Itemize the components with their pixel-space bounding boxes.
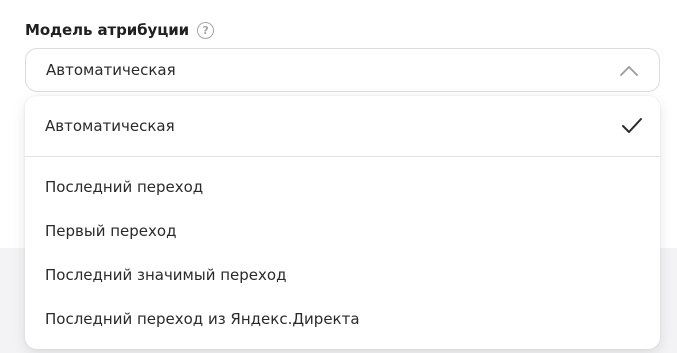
dropdown-option-selected[interactable]: Автоматическая <box>25 96 660 156</box>
dropdown-options-list: Последний переход Первый переход Последн… <box>25 157 660 341</box>
field-label: Модель атрибуции <box>25 21 190 39</box>
select-value: Автоматическая <box>46 61 176 79</box>
dropdown-option[interactable]: Последний переход <box>25 165 660 209</box>
attribution-model-dropdown: Автоматическая Последний переход Первый … <box>25 96 660 349</box>
dropdown-option[interactable]: Последний значимый переход <box>25 253 660 297</box>
dropdown-option[interactable]: Первый переход <box>25 209 660 253</box>
dropdown-option[interactable]: Последний переход из Яндекс.Директа <box>25 297 660 341</box>
check-icon <box>620 114 644 138</box>
question-circle-icon[interactable]: ? <box>197 21 215 39</box>
selected-option-label: Автоматическая <box>45 117 175 135</box>
field-label-row: Модель атрибуции ? <box>25 19 215 41</box>
attribution-settings-page: Модель атрибуции ? Автоматическая Автома… <box>0 0 677 353</box>
chevron-up-icon[interactable] <box>619 60 639 80</box>
attribution-model-select[interactable]: Автоматическая <box>25 48 660 92</box>
